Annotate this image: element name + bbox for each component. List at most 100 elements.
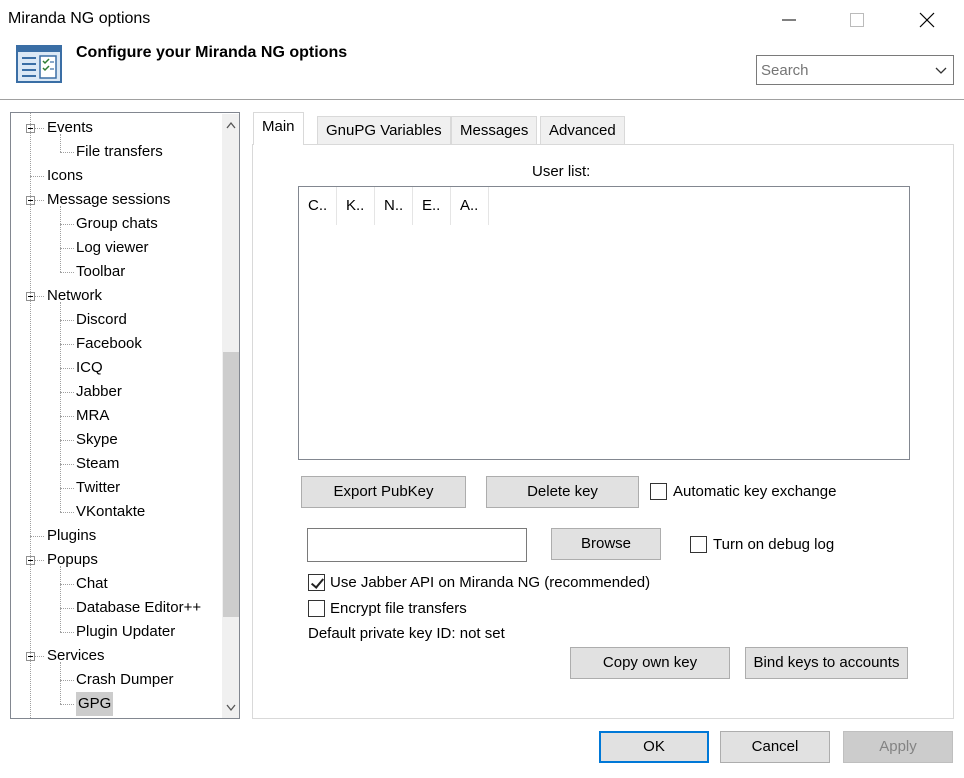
tab-messages[interactable]: Messages: [451, 116, 538, 144]
tree-connector: [60, 680, 74, 681]
tree-connector: [60, 368, 74, 369]
page-title: Configure your Miranda NG options: [76, 44, 348, 61]
tree-item[interactable]: Plugins: [47, 524, 96, 548]
tree-connector: [30, 536, 44, 537]
column-header[interactable]: E..: [413, 187, 451, 225]
export-pubkey-button[interactable]: Export PubKey: [301, 476, 466, 508]
minimize-button[interactable]: [766, 0, 812, 40]
chevron-down-icon: [226, 704, 236, 712]
column-header[interactable]: A..: [451, 187, 489, 225]
tree-item[interactable]: Steam: [76, 452, 119, 476]
debug-log-label: Turn on debug log: [713, 536, 835, 553]
tree-item[interactable]: ICQ: [76, 356, 103, 380]
tree-item[interactable]: Jabber: [76, 380, 122, 404]
tree-item[interactable]: VKontakte: [76, 500, 145, 524]
tree-item[interactable]: File transfers: [76, 140, 163, 164]
tree-connector: [60, 416, 74, 417]
tree-connector: [60, 272, 74, 273]
maximize-button[interactable]: [834, 0, 880, 40]
browse-button[interactable]: Browse: [551, 528, 661, 560]
tree-connector: [60, 464, 74, 465]
tree-item[interactable]: GPG: [76, 692, 114, 716]
tree-connector: [60, 392, 74, 393]
user-list[interactable]: C.. K.. N.. E.. A..: [298, 186, 910, 460]
tree-connector: [60, 152, 74, 153]
scroll-thumb[interactable]: [223, 352, 239, 617]
search-input[interactable]: [759, 58, 929, 82]
tree-item[interactable]: Plugin Updater: [76, 620, 175, 644]
user-list-label: User list:: [532, 163, 591, 180]
apply-button[interactable]: Apply: [843, 731, 953, 763]
column-header[interactable]: C..: [299, 187, 337, 225]
options-tree[interactable]: Events File transfers Icons Message session…: [10, 112, 240, 719]
tree-connector: [60, 134, 61, 152]
tree-item[interactable]: Group chats: [76, 212, 158, 236]
tree-item[interactable]: Toolbar: [76, 260, 125, 284]
tree-item[interactable]: Discord: [76, 308, 127, 332]
tree-connector: [60, 440, 74, 441]
scroll-down-button[interactable]: [222, 697, 239, 718]
header-divider: [0, 99, 964, 100]
tree-connector: [60, 344, 74, 345]
auto-key-exchange-checkbox[interactable]: [650, 483, 667, 500]
window-title: Miranda NG options: [8, 10, 151, 27]
tree-item[interactable]: Crash Dumper: [76, 668, 174, 692]
tree-item[interactable]: Facebook: [76, 332, 142, 356]
tree-connector: [60, 224, 74, 225]
scroll-up-button[interactable]: [222, 114, 239, 136]
tree-item[interactable]: Message sessions: [47, 188, 170, 212]
tree-item[interactable]: Popups: [47, 548, 98, 572]
tree-connector: [60, 512, 74, 513]
tree-connector: [60, 584, 74, 585]
tree-connector: [60, 302, 61, 512]
tree-connector: [60, 566, 61, 632]
use-jabber-api-checkbox[interactable]: [308, 574, 325, 591]
tree-item[interactable]: Database Editor++: [76, 596, 201, 620]
tree-item[interactable]: Network: [47, 284, 102, 308]
encrypt-files-checkbox[interactable]: [308, 600, 325, 617]
delete-key-button[interactable]: Delete key: [486, 476, 639, 508]
maximize-icon: [850, 13, 864, 27]
tree-connector: [60, 320, 74, 321]
tree-scrollbar[interactable]: [222, 114, 239, 718]
cancel-button[interactable]: Cancel: [720, 731, 830, 763]
tree-connector: [30, 113, 31, 718]
bind-keys-button[interactable]: Bind keys to accounts: [745, 647, 908, 679]
tree-connector: [60, 608, 74, 609]
tab-gnupg-variables[interactable]: GnuPG Variables: [317, 116, 451, 144]
debug-log-checkbox[interactable]: [690, 536, 707, 553]
file-path-field[interactable]: [307, 528, 527, 562]
tree-item[interactable]: MRA: [76, 404, 109, 428]
minimize-icon: [782, 19, 796, 21]
file-path-input[interactable]: [308, 529, 526, 561]
tree-connector: [60, 488, 74, 489]
tree-item[interactable]: Twitter: [76, 476, 120, 500]
tree-connector: [30, 176, 44, 177]
tree-connector: [60, 704, 74, 705]
tab-main[interactable]: Main: [253, 112, 304, 145]
tab-advanced[interactable]: Advanced: [540, 116, 625, 144]
column-header[interactable]: K..: [337, 187, 375, 225]
tree-item[interactable]: Chat: [76, 572, 108, 596]
close-icon: [919, 12, 935, 28]
default-key-status: Default private key ID: not set: [308, 625, 505, 642]
tree-connector: [60, 632, 74, 633]
options-list-icon: [16, 44, 62, 84]
tree-item[interactable]: Events: [47, 116, 93, 140]
encrypt-files-label: Encrypt file transfers: [330, 600, 467, 617]
tree-connector: [60, 662, 61, 704]
search-combobox[interactable]: [756, 55, 954, 85]
copy-own-key-button[interactable]: Copy own key: [570, 647, 730, 679]
tree-item[interactable]: Services: [47, 644, 105, 668]
tree-item[interactable]: Skype: [76, 428, 118, 452]
chevron-down-icon[interactable]: [935, 64, 947, 76]
use-jabber-api-label: Use Jabber API on Miranda NG (recommende…: [330, 574, 651, 591]
column-header[interactable]: N..: [375, 187, 413, 225]
chevron-up-icon: [226, 121, 236, 129]
ok-button[interactable]: OK: [599, 731, 709, 763]
tree-item[interactable]: Icons: [47, 164, 83, 188]
close-button[interactable]: [904, 0, 950, 40]
tree-connector: [60, 248, 74, 249]
auto-key-exchange-label: Automatic key exchange: [673, 483, 837, 500]
tree-item[interactable]: Log viewer: [76, 236, 149, 260]
